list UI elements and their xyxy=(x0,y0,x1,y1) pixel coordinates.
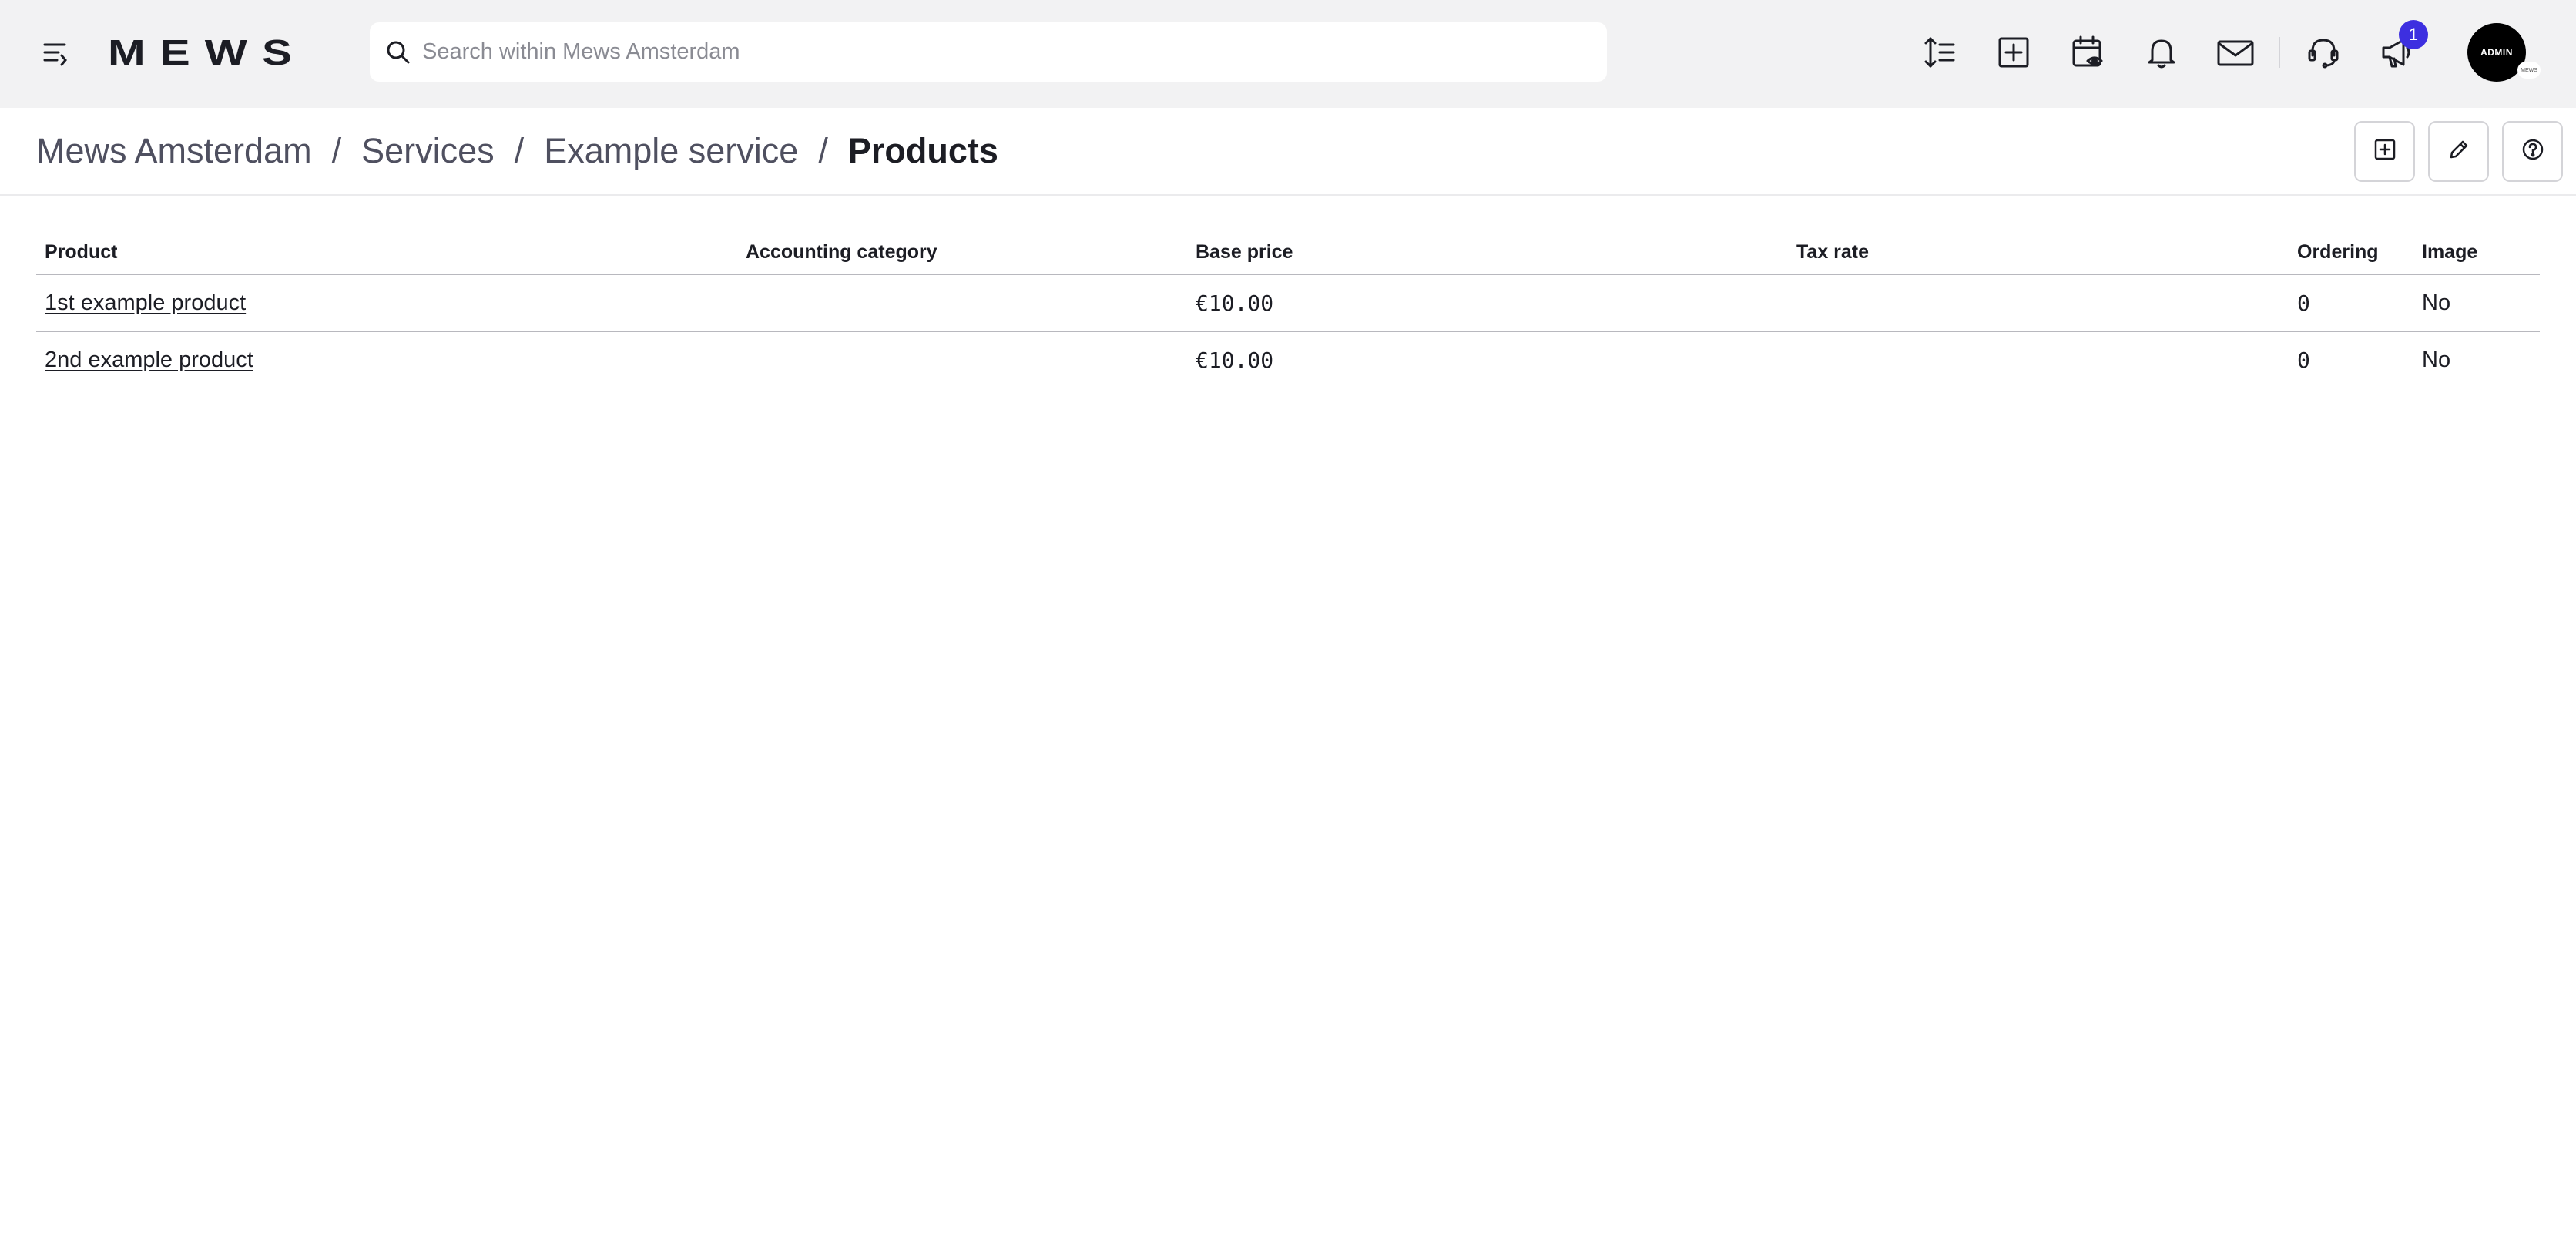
column-header-image[interactable]: Image xyxy=(2413,231,2540,275)
cell-base-price: €10.00 xyxy=(1196,348,1274,373)
cell-base-price: €10.00 xyxy=(1187,274,1788,332)
cell-image: No xyxy=(2422,348,2451,372)
column-header-accounting-category[interactable]: Accounting category xyxy=(737,231,1187,275)
search-icon xyxy=(384,38,413,67)
products-table-container: Product Accounting category Base price T… xyxy=(36,231,2540,388)
column-header-product[interactable]: Product xyxy=(36,231,737,275)
table-row[interactable]: 2nd example product €10.00 0 No xyxy=(36,331,2540,388)
product-link[interactable]: 1st example product xyxy=(45,291,246,315)
add-icon xyxy=(2373,137,2397,166)
column-header-ordering[interactable]: Ordering xyxy=(2289,231,2413,275)
avatar-sub-label: MEWS xyxy=(2517,62,2541,79)
avatar[interactable]: ADMIN xyxy=(2467,23,2526,82)
breadcrumb-separator: / xyxy=(818,131,828,170)
page-header: Mews Amsterdam / Services / Example serv… xyxy=(0,108,2576,196)
breadcrumb-separator: / xyxy=(331,131,342,170)
cell-product: 2nd example product xyxy=(36,331,737,388)
products-table: Product Accounting category Base price T… xyxy=(36,231,2540,388)
headset-icon[interactable] xyxy=(2302,31,2345,74)
edit-button[interactable] xyxy=(2428,121,2489,182)
brand-text: MEWS xyxy=(108,34,307,71)
edit-icon xyxy=(2447,137,2471,166)
breadcrumb-item-service[interactable]: Example service xyxy=(544,131,798,171)
cell-tax-rate xyxy=(1788,331,2289,388)
table-row[interactable]: 1st example product €10.00 0 No xyxy=(36,274,2540,332)
breadcrumb: Mews Amsterdam / Services / Example serv… xyxy=(36,128,998,174)
cell-accounting-category xyxy=(737,274,1187,332)
line-height-icon[interactable] xyxy=(1918,31,1961,74)
cell-product: 1st example product xyxy=(36,274,737,332)
table-header-row: Product Accounting category Base price T… xyxy=(36,231,2540,275)
product-link[interactable]: 2nd example product xyxy=(45,348,253,372)
cell-ordering: 0 xyxy=(2289,274,2413,332)
cell-ordering: 0 xyxy=(2297,348,2310,373)
add-product-button[interactable] xyxy=(2354,121,2415,182)
cell-accounting-category xyxy=(737,331,1187,388)
toolbar-divider xyxy=(2279,37,2280,68)
help-button[interactable] xyxy=(2502,121,2563,182)
column-header-base-price[interactable]: Base price xyxy=(1187,231,1788,275)
add-square-icon[interactable] xyxy=(1992,31,2035,74)
help-icon xyxy=(2521,137,2545,166)
bell-icon[interactable] xyxy=(2140,31,2183,74)
page-title: Products xyxy=(847,131,998,170)
search-input[interactable] xyxy=(422,22,1593,82)
cell-image: No xyxy=(2413,274,2540,332)
cell-tax-rate xyxy=(1788,274,2289,332)
breadcrumb-item-services[interactable]: Services xyxy=(361,131,495,171)
top-bar: MEWS Search within Mews Amsterdam 1 ADMI… xyxy=(0,0,2576,108)
notification-badge: 1 xyxy=(2399,20,2428,49)
menu-icon[interactable] xyxy=(37,34,74,71)
search-bar[interactable] xyxy=(370,22,1607,82)
calendar-eye-icon[interactable] xyxy=(2066,31,2109,74)
breadcrumb-separator: / xyxy=(514,131,525,170)
breadcrumb-item-property[interactable]: Mews Amsterdam xyxy=(36,131,312,171)
column-header-tax-rate[interactable]: Tax rate xyxy=(1788,231,2289,275)
mail-icon[interactable] xyxy=(2214,31,2257,74)
mews-logo[interactable]: MEWS xyxy=(108,32,308,72)
